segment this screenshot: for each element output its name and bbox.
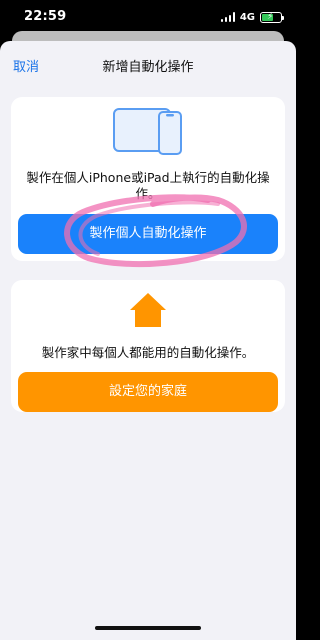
nav-bar: 取消 新增自動化操作 (0, 41, 296, 87)
status-time: 22:59 (24, 9, 67, 24)
screen: 22:59 4G ⚡ 取消 新增自動化操作 製作在個人iPhone或iPad上執… (0, 0, 296, 640)
house-icon (130, 293, 166, 327)
home-automation-description: 製作家中每個人都能用的自動化操作。 (41, 345, 255, 360)
personal-automation-description: 製作在個人iPhone或iPad上執行的自動化操作。 (26, 170, 270, 201)
battery-charging-icon: ⚡ (260, 11, 284, 23)
cellular-signal-icon (220, 12, 235, 22)
page-title: 新增自動化操作 (102, 60, 194, 75)
network-type: 4G (239, 11, 255, 23)
status-indicators: 4G ⚡ (220, 10, 284, 24)
create-personal-automation-button[interactable]: 製作個人自動化操作 (18, 214, 278, 254)
personal-automation-card: 製作在個人iPhone或iPad上執行的自動化操作。 製作個人自動化操作 (11, 97, 285, 261)
home-indicator (95, 626, 201, 630)
home-automation-card: 製作家中每個人都能用的自動化操作。 設定您的家庭 (11, 280, 285, 412)
set-up-home-button[interactable]: 設定您的家庭 (18, 372, 278, 412)
new-automation-sheet: 取消 新增自動化操作 製作在個人iPhone或iPad上執行的自動化操作。 製作… (0, 41, 296, 640)
iphone-ipad-devices-icon (113, 108, 182, 155)
